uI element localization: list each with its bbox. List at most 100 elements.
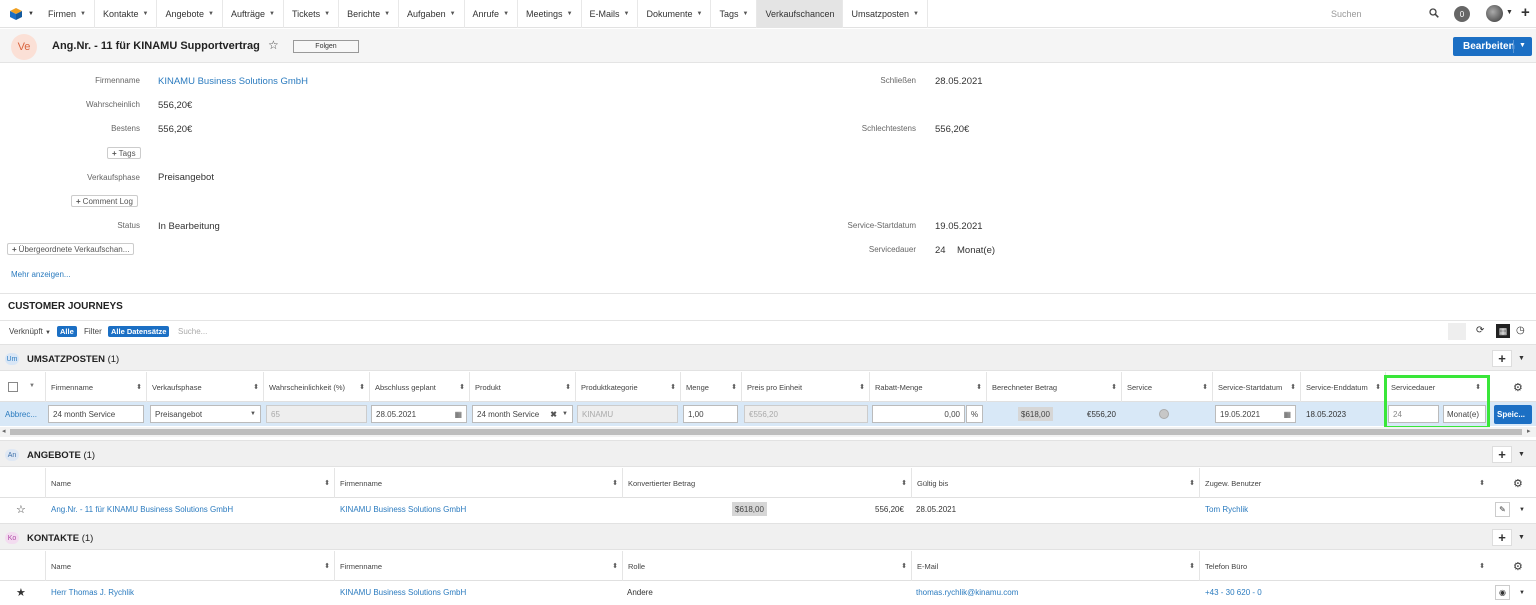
umsatzposten-column-header[interactable]: Produktkategorie ⬍ bbox=[575, 372, 680, 402]
favorite-star-icon[interactable]: ☆ bbox=[16, 503, 26, 516]
search-input[interactable]: Suchen bbox=[1331, 9, 1362, 19]
kontakte-column-header[interactable]: Name ⬍ bbox=[45, 551, 334, 581]
sort-icon[interactable]: ⬍ bbox=[359, 383, 365, 391]
kontakt-firmenname-link[interactable]: KINAMU Business Solutions GmbH bbox=[340, 588, 466, 597]
firmenname-value[interactable]: KINAMU Business Solutions GmbH bbox=[158, 76, 308, 87]
firmenname-input[interactable]: 24 month Service bbox=[48, 405, 144, 423]
sort-icon[interactable]: ⬍ bbox=[1189, 479, 1195, 487]
kontakte-column-header[interactable]: E-Mail ⬍ bbox=[911, 551, 1199, 581]
nav-item-7[interactable]: Anrufe ▼ bbox=[465, 0, 519, 28]
cancel-edit-link[interactable]: Abbrec... bbox=[5, 410, 37, 419]
kontakt-telefon-link[interactable]: +43 - 30 620 - 0 bbox=[1205, 588, 1262, 597]
sort-icon[interactable]: ⬍ bbox=[731, 383, 737, 391]
kontakte-column-header[interactable]: Rolle ⬍ bbox=[622, 551, 911, 581]
nav-item-4[interactable]: Tickets ▼ bbox=[284, 0, 340, 28]
kontakt-name-link[interactable]: Herr Thomas J. Rychlik bbox=[51, 588, 134, 597]
umsatzposten-column-header[interactable]: Service-Enddatum ⬍ bbox=[1300, 372, 1385, 402]
add-comment-log-button[interactable]: + Comment Log bbox=[71, 195, 138, 207]
umsatzposten-column-header[interactable]: Service-Startdatum ⬍ bbox=[1212, 372, 1300, 402]
umsatzposten-column-header[interactable]: Berechneter Betrag ⬍ bbox=[986, 372, 1121, 402]
nav-item-6[interactable]: Aufgaben ▼ bbox=[399, 0, 465, 28]
calendar-icon[interactable]: ▦ bbox=[1283, 410, 1291, 419]
sort-icon[interactable]: ⬍ bbox=[1479, 562, 1485, 570]
notification-badge[interactable]: 0 bbox=[1454, 6, 1470, 22]
nav-item-1[interactable]: Kontakte ▼ bbox=[95, 0, 158, 28]
service-checkbox[interactable] bbox=[1159, 409, 1169, 419]
user-avatar[interactable] bbox=[1486, 5, 1503, 22]
angebote-column-header[interactable]: Gültig bis ⬍ bbox=[911, 468, 1199, 498]
angebote-column-header[interactable]: Konvertierter Betrag ⬍ bbox=[622, 468, 911, 498]
nav-item-2[interactable]: Angebote ▼ bbox=[157, 0, 223, 28]
chevron-down-icon[interactable]: ▼ bbox=[1519, 590, 1525, 596]
sort-icon[interactable]: ⬍ bbox=[1290, 383, 1296, 391]
sort-icon[interactable]: ⬍ bbox=[1111, 383, 1117, 391]
nav-item-0[interactable]: Firmen ▼ bbox=[40, 0, 95, 28]
angebote-section-header[interactable]: An ANGEBOTE (1) + ▼ bbox=[0, 440, 1536, 467]
add-umsatzposten-button[interactable]: + bbox=[1492, 350, 1512, 367]
nav-item-11[interactable]: Tags ▼ bbox=[711, 0, 758, 28]
chevron-down-icon[interactable]: ▼ bbox=[1518, 451, 1525, 458]
scroll-left-icon[interactable]: ◂ bbox=[2, 427, 6, 435]
verkaufsphase-select[interactable]: Preisangebot ▼ bbox=[150, 405, 261, 423]
edit-pencil-icon[interactable]: ✎ bbox=[1495, 502, 1510, 517]
angebot-name-link[interactable]: Ang.Nr. - 11 für KINAMU Business Solutio… bbox=[51, 505, 233, 514]
chevron-down-icon[interactable]: ▼ bbox=[1519, 507, 1525, 513]
umsatzposten-column-header[interactable]: Preis pro Einheit ⬍ bbox=[741, 372, 869, 402]
show-more-link[interactable]: Mehr anzeigen... bbox=[11, 270, 71, 279]
edit-button[interactable]: Bearbeiten ▼ bbox=[1453, 37, 1532, 56]
menge-input[interactable]: 1,00 bbox=[683, 405, 738, 423]
search-icon[interactable] bbox=[1429, 8, 1439, 20]
sort-icon[interactable]: ⬍ bbox=[1479, 479, 1485, 487]
angebote-column-header[interactable]: Firmenname ⬍ bbox=[334, 468, 622, 498]
chevron-down-icon[interactable]: ▼ bbox=[1518, 355, 1525, 362]
chevron-down-icon[interactable]: ▼ bbox=[29, 383, 35, 389]
sort-icon[interactable]: ⬍ bbox=[459, 383, 465, 391]
angebot-firmenname-link[interactable]: KINAMU Business Solutions GmbH bbox=[340, 505, 466, 514]
global-search[interactable]: Suchen bbox=[1325, 0, 1445, 28]
favorite-star-filled-icon[interactable]: ★ bbox=[16, 586, 26, 599]
sort-icon[interactable]: ⬍ bbox=[1189, 562, 1195, 570]
add-parent-opportunity-button[interactable]: + Übergeordnete Verkaufschan... bbox=[7, 243, 135, 255]
sort-icon[interactable]: ⬍ bbox=[1202, 383, 1208, 391]
sort-icon[interactable]: ⬍ bbox=[612, 562, 618, 570]
view-eye-icon[interactable]: ◉ bbox=[1495, 585, 1510, 600]
kontakt-email-link[interactable]: thomas.rychlik@kinamu.com bbox=[916, 588, 1018, 597]
umsatzposten-column-header[interactable]: Service ⬍ bbox=[1121, 372, 1212, 402]
chevron-down-icon[interactable]: ▼ bbox=[1518, 534, 1525, 541]
favorite-star-icon[interactable]: ☆ bbox=[268, 38, 279, 52]
umsatzposten-column-header[interactable]: Verkaufsphase ⬍ bbox=[146, 372, 263, 402]
column-settings-gear-icon[interactable]: ⚙ bbox=[1513, 560, 1523, 573]
service-startdatum-input[interactable]: 19.05.2021 ▦ bbox=[1215, 405, 1296, 423]
scrollbar-thumb[interactable] bbox=[10, 429, 1522, 435]
nav-item-3[interactable]: Aufträge ▼ bbox=[223, 0, 284, 28]
sort-icon[interactable]: ⬍ bbox=[976, 383, 982, 391]
app-logo[interactable]: ▼ bbox=[0, 0, 40, 28]
nav-item-8[interactable]: Meetings ▼ bbox=[518, 0, 582, 28]
rabatt-menge-input[interactable]: 0,00 bbox=[872, 405, 965, 423]
nav-item-10[interactable]: Dokumente ▼ bbox=[638, 0, 712, 28]
angebote-column-header[interactable]: Name ⬍ bbox=[45, 468, 334, 498]
chevron-down-icon[interactable]: ▼ bbox=[562, 411, 568, 417]
column-settings-gear-icon[interactable]: ⚙ bbox=[1513, 477, 1523, 490]
calendar-icon[interactable]: ▦ bbox=[454, 410, 462, 419]
chevron-down-icon[interactable]: ▼ bbox=[1506, 9, 1513, 16]
umsatzposten-column-header[interactable]: Abschluss geplant ⬍ bbox=[369, 372, 469, 402]
sort-icon[interactable]: ⬍ bbox=[324, 562, 330, 570]
follow-button[interactable]: Folgen bbox=[293, 40, 359, 53]
kontakte-section-header[interactable]: Ko KONTAKTE (1) + ▼ bbox=[0, 523, 1536, 550]
sort-icon[interactable]: ⬍ bbox=[859, 383, 865, 391]
sort-icon[interactable]: ⬍ bbox=[324, 479, 330, 487]
nav-item-9[interactable]: E-Mails ▼ bbox=[582, 0, 639, 28]
save-row-button[interactable]: Speic... bbox=[1494, 405, 1532, 424]
sort-icon[interactable]: ⬍ bbox=[901, 479, 907, 487]
add-tags-button[interactable]: + Tags bbox=[107, 147, 141, 159]
grid-view-icon[interactable]: ▦ bbox=[1496, 324, 1510, 338]
kontakte-column-header[interactable]: Firmenname ⬍ bbox=[334, 551, 622, 581]
sort-icon[interactable]: ⬍ bbox=[901, 562, 907, 570]
nav-item-12[interactable]: Verkaufschancen bbox=[757, 0, 844, 28]
sort-icon[interactable]: ⬍ bbox=[136, 383, 142, 391]
add-kontakt-button[interactable]: + bbox=[1492, 529, 1512, 546]
horizontal-scrollbar[interactable]: ◂ ▸ bbox=[0, 427, 1536, 437]
linked-all-chip[interactable]: Alle bbox=[57, 326, 77, 337]
sort-icon[interactable]: ⬍ bbox=[253, 383, 259, 391]
